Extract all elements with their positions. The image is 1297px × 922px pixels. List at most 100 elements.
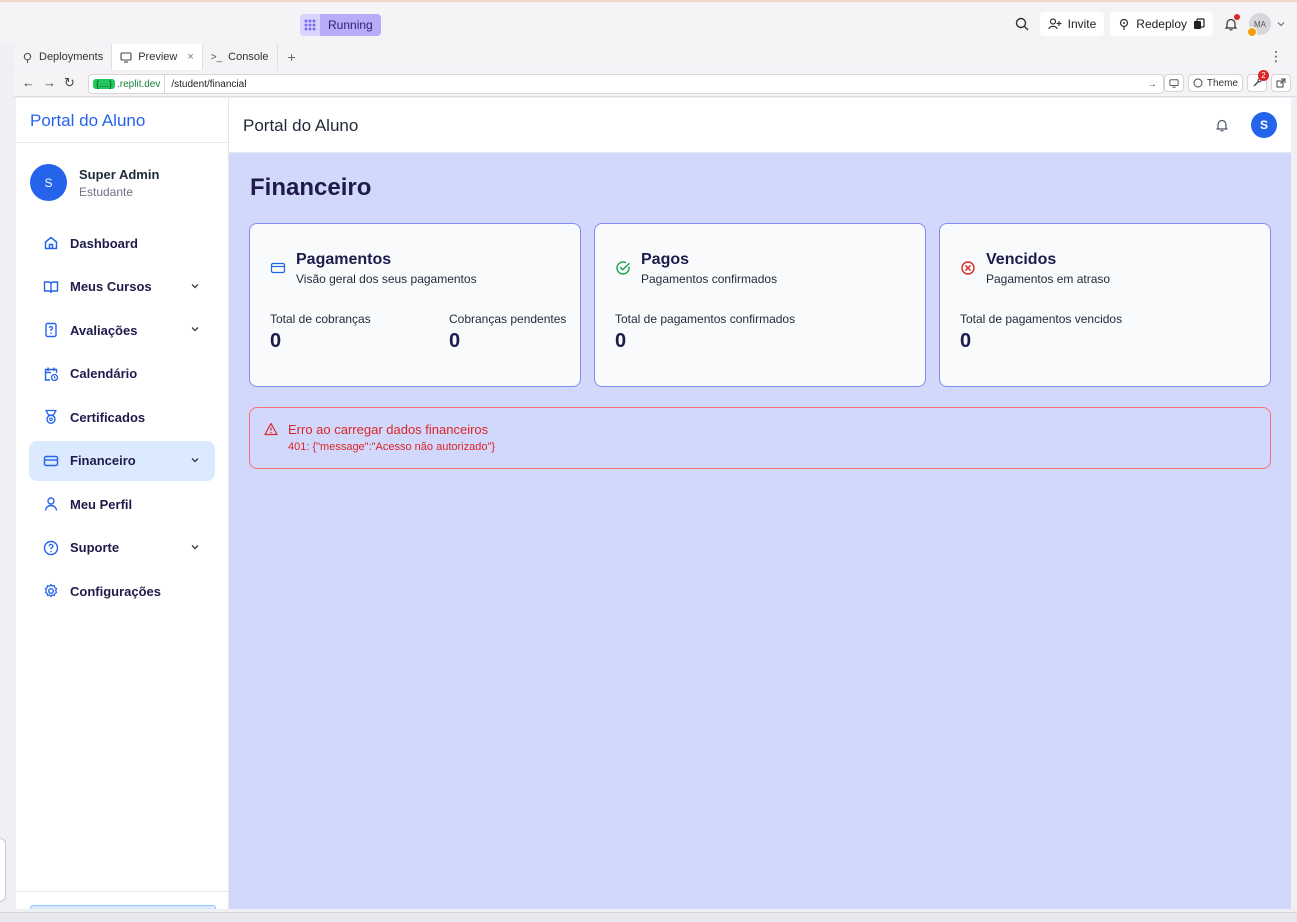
notification-dot	[1234, 14, 1240, 20]
header-avatar[interactable]: S	[1251, 112, 1277, 138]
credit-card-icon	[270, 260, 286, 276]
preview-address-bar: ← → ↻ {....} .replit.dev /student/financ…	[14, 70, 1297, 97]
tools-button[interactable]: 2	[1247, 70, 1269, 92]
more-vertical-icon[interactable]: ⋮	[1269, 48, 1283, 65]
url-field[interactable]: {....} .replit.dev /student/financial →	[88, 74, 1164, 94]
devtools-button[interactable]	[1163, 74, 1184, 92]
card-subtitle: Pagamentos confirmados	[641, 272, 778, 286]
deploy-icon	[1118, 18, 1130, 30]
sidebar-item-dashboard[interactable]: Dashboard	[29, 223, 215, 263]
url-host: {....} .replit.dev	[89, 75, 166, 93]
sidebar-item-label: Suporte	[70, 540, 120, 555]
chevron-down-icon[interactable]	[189, 541, 201, 553]
sidebar-nav: Dashboard Meus Cursos Avaliações Calendá…	[29, 223, 215, 615]
stat-cobrancas-pendentes: Cobranças pendentes 0	[449, 312, 566, 353]
replit-topbar: Running Invite Redeploy MA	[0, 0, 1297, 44]
header-title: Portal do Aluno	[243, 116, 359, 135]
open-external-button[interactable]	[1271, 74, 1291, 92]
tab-console[interactable]: >_ Console	[203, 44, 278, 70]
url-host-badge: {....}	[93, 79, 116, 89]
sidebar: Portal do Aluno S Super Admin Estudante …	[16, 98, 229, 909]
stat-value: 0	[615, 330, 627, 352]
chevron-down-icon[interactable]	[189, 323, 201, 335]
error-title: Erro ao carregar dados financeiros	[288, 422, 489, 437]
error-alert: Erro ao carregar dados financeiros 401: …	[249, 407, 1271, 469]
sidebar-footer	[16, 891, 229, 909]
home-icon	[43, 235, 59, 251]
app-preview: Portal do Aluno S Super Admin Estudante …	[16, 98, 1291, 909]
sidebar-item-calendario[interactable]: Calendário	[29, 354, 215, 394]
tab-preview[interactable]: Preview ×	[112, 44, 203, 70]
invite-button[interactable]: Invite	[1039, 12, 1105, 36]
sidebar-item-label: Dashboard	[70, 235, 138, 251]
user-plus-icon	[1047, 18, 1062, 30]
stat-value: 0	[449, 330, 461, 352]
go-arrow-icon[interactable]: →	[1147, 79, 1157, 90]
sidebar-item-avaliacoes[interactable]: Avaliações	[29, 310, 215, 350]
user-avatar: S	[30, 164, 67, 201]
card-title: Pagamentos	[296, 251, 392, 268]
card-vencidos: Vencidos Pagamentos em atraso Total de p…	[939, 223, 1271, 387]
stat-pagamentos-vencidos: Total de pagamentos vencidos 0	[960, 312, 1122, 353]
left-edge-gutter	[0, 44, 14, 914]
redeploy-label: Redeploy	[1136, 17, 1187, 31]
search-icon[interactable]	[1010, 12, 1034, 36]
sidebar-item-suporte[interactable]: Suporte	[29, 528, 215, 568]
sidebar-item-label: Meu Perfil	[70, 496, 133, 512]
user-role: Estudante	[79, 184, 134, 199]
sidebar-item-certificados[interactable]: Certificados	[29, 397, 215, 437]
card-pagos: Pagos Pagamentos confirmados Total de pa…	[594, 223, 926, 387]
sidebar-item-meu-perfil[interactable]: Meu Perfil	[29, 484, 215, 524]
sidebar-item-meus-cursos[interactable]: Meus Cursos	[29, 267, 215, 307]
workspace-tabs: Deployments Preview × >_ Console + ⋮	[14, 44, 1297, 70]
reload-icon[interactable]: ↻	[64, 75, 75, 91]
help-file-icon	[43, 322, 59, 338]
tab-label: Deployments	[39, 51, 104, 63]
sidebar-item-label: Configurações	[70, 583, 162, 599]
chevron-down-icon[interactable]	[189, 454, 201, 466]
terminal-icon: >_	[210, 51, 223, 63]
running-status-button[interactable]: Running	[320, 14, 381, 36]
award-icon	[43, 409, 59, 425]
x-circle-icon	[960, 260, 976, 276]
tab-deployments[interactable]: Deployments	[14, 44, 113, 70]
chevron-down-icon[interactable]	[1277, 20, 1285, 28]
sidebar-item-label: Certificados	[70, 409, 146, 425]
sidebar-item-label: Financeiro	[70, 453, 136, 468]
main-content: Portal do Aluno S Financeiro Pagamentos …	[229, 98, 1291, 909]
redeploy-button[interactable]: Redeploy	[1110, 12, 1213, 36]
stat-label: Total de cobranças	[270, 312, 371, 326]
stat-total-cobrancas: Total de cobranças 0	[270, 312, 371, 353]
app-header: Portal do Aluno S	[229, 98, 1291, 153]
sidebar-item-label: Avaliações	[70, 322, 138, 338]
bell-icon[interactable]	[1215, 118, 1229, 132]
theme-label: Theme	[1206, 77, 1238, 89]
monitor-icon	[120, 51, 132, 63]
add-tab-button[interactable]: +	[278, 49, 306, 65]
chevron-down-icon[interactable]	[189, 280, 201, 292]
left-edge-card	[0, 838, 6, 902]
close-tab-icon[interactable]: ×	[187, 51, 193, 63]
page-title: Financeiro	[250, 174, 372, 201]
palette-icon	[1193, 78, 1203, 88]
sidebar-item-financeiro[interactable]: Financeiro	[29, 440, 215, 481]
sidebar-brand[interactable]: Portal do Aluno	[16, 98, 228, 143]
error-message: 401: {"message":"Acesso não autorizado"}	[288, 441, 496, 453]
sidebar-item-configuracoes[interactable]: Configurações	[29, 571, 215, 611]
stat-value: 0	[960, 330, 972, 352]
copy-icon[interactable]	[1193, 18, 1205, 30]
stat-label: Total de pagamentos vencidos	[960, 312, 1123, 326]
card-title: Pagos	[641, 251, 690, 268]
back-arrow-icon[interactable]: ←	[22, 75, 35, 91]
theme-button[interactable]: Theme	[1187, 74, 1243, 92]
sidebar-item-label: Calendário	[70, 366, 138, 381]
forward-arrow-icon[interactable]: →	[43, 75, 56, 91]
stat-value: 0	[270, 330, 282, 352]
tab-label: Preview	[138, 51, 178, 63]
run-grid-icon[interactable]	[300, 14, 320, 36]
credit-card-icon	[43, 453, 59, 469]
book-open-icon	[43, 279, 59, 295]
sidebar-item-label: Meus Cursos	[70, 279, 152, 294]
notifications-bell-icon[interactable]	[1219, 12, 1243, 36]
account-avatar[interactable]: MA	[1247, 13, 1271, 37]
